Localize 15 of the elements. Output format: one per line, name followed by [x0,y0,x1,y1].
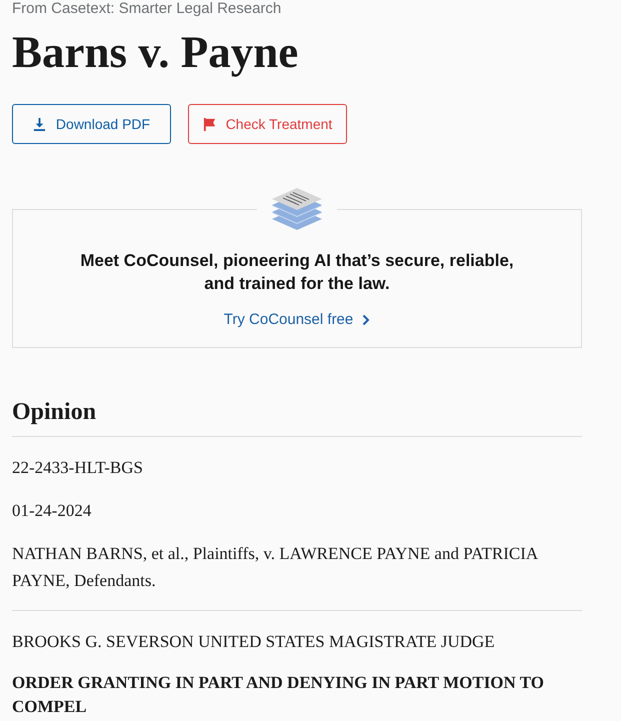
try-cocounsel-link[interactable]: Try CoCounsel free [224,310,370,330]
source-text: From Casetext: Smarter Legal Research [12,0,282,17]
flag-icon [202,118,216,130]
download-pdf-button[interactable]: Download PDF [12,104,171,144]
opinion-paragraph: 22-2433-HLT-BGS [12,457,144,479]
promo-text: Meet CoCounsel, pioneering AI that’s secure, reliable, and trained for the law. [79,250,515,295]
opinion-paragraph: NATHAN BARNS, et al., Plaintiffs, v. LAWRENCE PAYNE and PATRICIA PAYNE, Defendants. [12,543,539,592]
order-heading: ORDER GRANTING IN PART AND DENYING IN PART MOTION TO COMPEL [12,672,546,718]
opinion-paragraph: 01-24-2024 [12,500,92,522]
opinion-heading: Opinion [12,398,582,437]
case-title: Barns v. Payne [12,30,300,75]
chevron-right-icon [362,314,370,326]
check-treatment-button[interactable]: Check Treatment [188,104,347,144]
opinion-paragraph: BROOKS G. SEVERSON UNITED STATES MAGISTRATE JUDGE [12,631,496,653]
download-icon [32,118,46,130]
